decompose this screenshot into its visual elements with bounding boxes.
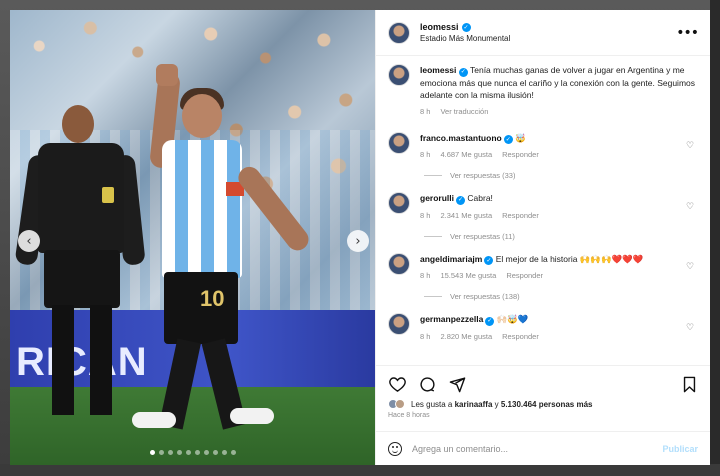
referee-figure: [14, 105, 146, 430]
view-replies-link[interactable]: Ver respuestas (138): [424, 292, 698, 301]
carousel-dot: [149, 450, 155, 455]
verified-badge-icon: ✓: [485, 316, 495, 326]
previous-photo-button[interactable]: ‹: [18, 230, 40, 252]
carousel-dot: [167, 450, 173, 455]
comment-text: El mejor de la historia 🙌🙌🙌❤️❤️❤️: [495, 253, 644, 264]
comment-like-icon[interactable]: ♡: [686, 323, 698, 333]
avatar[interactable]: [388, 21, 410, 44]
comment-item: germanpezzella ✓ 🙌🏻🤯💙 8 h 2.820 Me gusta Res…: [388, 313, 698, 343]
backdrop-edge: [710, 0, 720, 476]
comment-username[interactable]: franco.mastantuono: [420, 133, 502, 143]
reply-button[interactable]: Responder: [502, 149, 539, 161]
like-icon[interactable]: [388, 375, 406, 393]
carousel-dot: [212, 450, 218, 455]
comment-username[interactable]: germanpezzella: [420, 314, 483, 324]
comment-like-icon[interactable]: ♡: [686, 262, 698, 272]
verified-badge-icon: ✓: [456, 195, 466, 205]
comment-text: 🙌🏻🤯💙: [496, 314, 529, 324]
reply-button[interactable]: Responder: [502, 210, 539, 222]
view-replies-label[interactable]: Ver respuestas (138): [450, 292, 520, 301]
post-side-panel: leomessi ✓ Estadio Más Monumental ••• le…: [375, 10, 710, 465]
comment-username[interactable]: gerorulli: [420, 193, 454, 203]
player-figure: 10: [130, 64, 313, 442]
caption: leomessi ✓ Tenía muchas ganas de volver …: [388, 64, 698, 118]
comment-like-icon[interactable]: ♡: [686, 141, 698, 151]
player-number: 10: [200, 286, 225, 311]
publish-button[interactable]: Publicar: [662, 444, 698, 454]
comment-item: angeldimariajm ✓ El mejor de la historia …: [388, 252, 698, 283]
post-actions: Les gusta a karinaaffa y 5.130.464 perso…: [376, 365, 710, 431]
carousel-dot: [221, 450, 227, 455]
share-icon[interactable]: [448, 375, 466, 393]
comment-icon[interactable]: [418, 375, 436, 393]
comment-time: 8 h: [420, 210, 431, 220]
verified-badge-icon: ✓: [458, 67, 468, 77]
likes-count[interactable]: 5.130.464 personas más: [501, 400, 593, 409]
comment-likes[interactable]: 2.341 Me gusta: [440, 210, 492, 222]
see-translation-link[interactable]: Ver traducción: [440, 106, 488, 118]
caption-time: 8 h: [420, 106, 431, 116]
comment-time: 8 h: [420, 150, 431, 159]
post-header: leomessi ✓ Estadio Más Monumental •••: [376, 10, 710, 56]
comment-time: 8 h: [420, 271, 431, 280]
comment-item: franco.mastantuono ✓ 🤯 8 h 4.687 Me gusta Re…: [388, 131, 698, 162]
carousel-dots: [10, 450, 375, 455]
post-modal: RICAN 10 ‹ › leomessi ✓ Estadio Más Monu…: [10, 10, 710, 465]
view-replies-label[interactable]: Ver respuestas (11): [450, 232, 515, 241]
liker-avatars: [388, 399, 405, 409]
comment-input[interactable]: [412, 443, 653, 454]
carousel-dot: [203, 450, 209, 455]
view-replies-label[interactable]: Ver respuestas (33): [450, 171, 515, 180]
comment-likes[interactable]: 15.543 Me gusta: [440, 270, 496, 282]
carousel-dot: [230, 450, 236, 455]
avatar[interactable]: [388, 64, 410, 86]
backdrop-bottom-edge: [0, 464, 720, 476]
replies-divider: [424, 175, 442, 176]
replies-divider: [424, 296, 442, 297]
post-photo[interactable]: RICAN 10 ‹ ›: [10, 10, 375, 465]
add-comment-bar: Publicar: [376, 431, 710, 465]
comment-item: gerorulli ✓ Cabra! 8 h 2.341 Me gusta Respon…: [388, 192, 698, 222]
post-location[interactable]: Estadio Más Monumental: [420, 34, 676, 43]
caption-username[interactable]: leomessi: [420, 65, 456, 75]
comment-likes[interactable]: 2.820 Me gusta: [440, 331, 492, 343]
carousel-dot: [158, 450, 164, 455]
comment-likes[interactable]: 4.687 Me gusta: [440, 149, 492, 161]
save-bookmark-icon[interactable]: [680, 375, 698, 393]
verified-badge-icon: ✓: [484, 256, 494, 265]
comment-username[interactable]: angeldimariajm: [420, 254, 482, 264]
emoji-icon[interactable]: [388, 441, 402, 456]
reply-button[interactable]: Responder: [506, 270, 543, 282]
verified-badge-icon: ✓: [503, 135, 513, 144]
verified-badge-icon: ✓: [461, 22, 471, 32]
likes-summary: Les gusta a karinaaffa y 5.130.464 perso…: [388, 399, 698, 409]
more-options-icon[interactable]: •••: [676, 25, 699, 41]
liker-username[interactable]: karinaaffa: [455, 400, 493, 409]
post-username[interactable]: leomessi: [420, 22, 459, 32]
likes-middle: y: [494, 399, 499, 409]
replies-divider: [424, 235, 442, 237]
next-photo-button[interactable]: ›: [347, 230, 369, 252]
comments-list: leomessi ✓ Tenía muchas ganas de volver …: [376, 56, 710, 365]
view-replies-link[interactable]: Ver respuestas (33): [424, 171, 698, 180]
comment-time: 8 h: [420, 331, 431, 341]
comment-like-icon[interactable]: ♡: [686, 202, 698, 212]
view-replies-link[interactable]: Ver respuestas (11): [424, 232, 698, 241]
avatar[interactable]: [388, 131, 410, 154]
reply-button[interactable]: Responder: [502, 331, 539, 343]
avatar[interactable]: [388, 252, 410, 275]
carousel-dot: [176, 450, 182, 455]
likes-prefix: Les gusta a: [411, 399, 453, 409]
carousel-dot: [185, 450, 191, 455]
post-time-ago: Hace 8 horas: [388, 412, 430, 419]
avatar[interactable]: [388, 313, 410, 335]
avatar[interactable]: [388, 192, 410, 214]
comment-text: 🤯: [515, 132, 526, 143]
carousel-dot: [194, 450, 200, 455]
comment-text: Cabra!: [467, 193, 493, 203]
